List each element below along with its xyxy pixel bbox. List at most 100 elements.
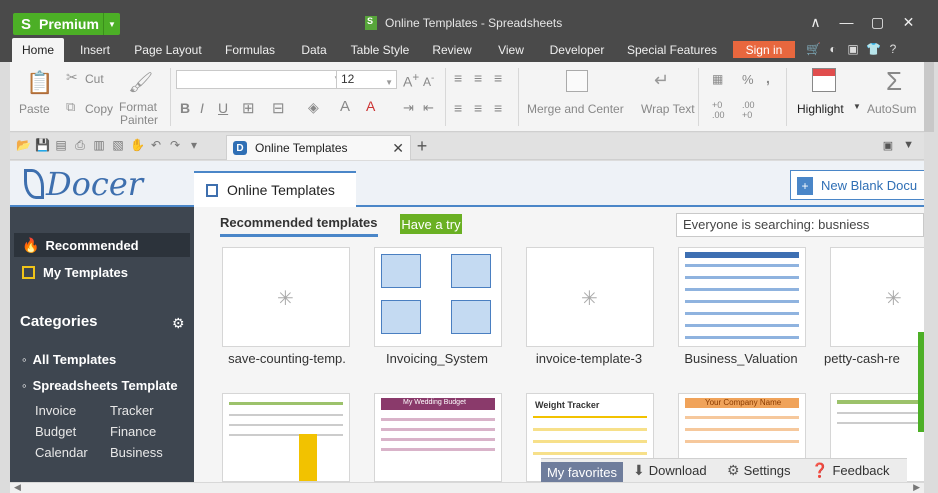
- sidebar-sub-budget[interactable]: Budget: [35, 424, 76, 439]
- online-templates-header-tab[interactable]: Online Templates: [194, 171, 356, 207]
- align-top-icon[interactable]: ≡: [454, 70, 462, 86]
- menu-special-features[interactable]: Special Features: [624, 38, 720, 62]
- template-card-wedding-budget[interactable]: My Wedding Budget: [374, 393, 502, 482]
- decimal-increase-button[interactable]: +0 .00: [712, 100, 734, 120]
- decimal-decrease-button[interactable]: .00 +0: [742, 100, 764, 120]
- merge-center-icon[interactable]: [566, 70, 588, 92]
- spell-check-icon[interactable]: ▧: [111, 138, 125, 153]
- sidebar-sub-calendar[interactable]: Calendar: [35, 445, 88, 460]
- sidebar-item-my-templates[interactable]: My Templates: [22, 265, 128, 280]
- menu-home[interactable]: Home: [12, 38, 64, 62]
- tab-online-templates[interactable]: D Online Templates ✕: [226, 135, 411, 160]
- close-button[interactable]: ✕: [893, 12, 924, 32]
- cut-icon[interactable]: ✂: [66, 69, 78, 86]
- autosum-icon[interactable]: Σ: [886, 66, 902, 97]
- menu-page-layout[interactable]: Page Layout: [130, 38, 206, 62]
- clear-format-icon[interactable]: A: [366, 98, 375, 114]
- sidebar-item-recommended[interactable]: 🔥 Recommended: [14, 233, 190, 257]
- undo-icon[interactable]: ↶: [149, 138, 163, 153]
- my-favorites-button[interactable]: My favorites: [541, 462, 623, 482]
- customize-dropdown-icon[interactable]: ▾: [187, 138, 201, 153]
- paste-icon[interactable]: 📋: [26, 70, 53, 96]
- format-brush-icon[interactable]: ✋: [130, 138, 145, 153]
- print-icon[interactable]: ⎙: [73, 138, 87, 153]
- settings-button[interactable]: ⚙ Settings: [727, 462, 791, 479]
- restore-window-icon[interactable]: ▣: [883, 139, 893, 152]
- chevron-down-icon[interactable]: ▼: [853, 102, 861, 111]
- copy-label[interactable]: Copy: [85, 102, 113, 116]
- minimize-button[interactable]: —: [831, 12, 862, 32]
- template-search-input[interactable]: Everyone is searching: busniess: [676, 213, 924, 237]
- bold-button[interactable]: B: [180, 100, 190, 116]
- collapse-ribbon-button[interactable]: ∧: [800, 12, 831, 32]
- menu-review[interactable]: Review: [427, 38, 477, 62]
- paste-label[interactable]: Paste: [19, 102, 50, 116]
- fill-color-icon[interactable]: ◈: [308, 99, 319, 116]
- percent-button[interactable]: %: [742, 72, 754, 87]
- menu-developer[interactable]: Developer: [544, 38, 610, 62]
- number-format-icon[interactable]: ▦: [712, 72, 723, 86]
- have-a-try-button[interactable]: Have a try: [400, 214, 462, 234]
- horizontal-scrollbar[interactable]: ◀ ▶: [10, 482, 924, 493]
- template-name[interactable]: Invoicing_System: [362, 351, 512, 366]
- template-name[interactable]: Business_Valuation: [666, 351, 816, 366]
- align-left-icon[interactable]: ≡: [454, 100, 462, 116]
- align-bottom-icon[interactable]: ≡: [494, 70, 502, 86]
- gear-icon[interactable]: ⚙: [172, 315, 185, 332]
- template-card-petty-cash[interactable]: ✳: [830, 247, 924, 347]
- template-name[interactable]: petty-cash-re: [824, 351, 924, 366]
- ribbon-scrollbar[interactable]: [924, 62, 934, 132]
- shrink-font-icon[interactable]: A-: [423, 73, 434, 89]
- template-name[interactable]: save-counting-temp.: [212, 351, 362, 366]
- premium-dropdown-icon[interactable]: ▼: [103, 13, 120, 35]
- font-name-select[interactable]: ▼: [176, 70, 345, 89]
- copy-icon[interactable]: ⧉: [66, 99, 75, 115]
- wrap-text-label[interactable]: Wrap Text: [641, 102, 695, 116]
- highlight-label[interactable]: Highlight: [797, 102, 844, 116]
- save-icon[interactable]: 💾: [35, 138, 50, 153]
- format-painter-icon[interactable]: 🖌: [128, 70, 153, 95]
- premium-button[interactable]: S Premium ▼: [13, 13, 120, 35]
- skin-icon[interactable]: ◐: [826, 42, 840, 56]
- shirt-icon[interactable]: 👕: [866, 42, 881, 56]
- help-icon[interactable]: ?: [886, 42, 900, 56]
- template-card-row2-1[interactable]: [222, 393, 350, 482]
- template-name[interactable]: invoice-template-3: [514, 351, 664, 366]
- template-card-invoicing-system[interactable]: [374, 247, 502, 347]
- redo-icon[interactable]: ↷: [168, 138, 182, 153]
- sidebar-sub-finance[interactable]: Finance: [110, 424, 156, 439]
- cell-style-icon[interactable]: ⊟: [272, 99, 285, 117]
- feedback-button[interactable]: ❓ Feedback: [811, 462, 890, 479]
- scroll-left-icon[interactable]: ◀: [14, 482, 21, 493]
- close-tab-icon[interactable]: ✕: [392, 140, 404, 157]
- align-center-icon[interactable]: ≡: [474, 100, 482, 116]
- wrap-text-icon[interactable]: ↵: [654, 70, 669, 91]
- side-panel-handle[interactable]: [918, 332, 924, 432]
- account-icon[interactable]: ▣: [846, 42, 860, 56]
- indent-increase-icon[interactable]: ⇥: [403, 100, 414, 116]
- menu-view[interactable]: View: [491, 38, 531, 62]
- sidebar-item-spreadsheets-template[interactable]: Spreadsheets Template: [22, 378, 178, 393]
- underline-button[interactable]: U: [218, 100, 228, 116]
- sign-in-button[interactable]: Sign in: [733, 41, 795, 58]
- align-middle-icon[interactable]: ≡: [474, 70, 482, 86]
- indent-decrease-icon[interactable]: ⇤: [423, 100, 434, 116]
- open-icon[interactable]: 📂: [16, 138, 31, 153]
- italic-button[interactable]: I: [200, 100, 204, 116]
- autosum-label[interactable]: AutoSum: [867, 102, 916, 116]
- template-card-business-valuation[interactable]: [678, 247, 806, 347]
- sidebar-sub-invoice[interactable]: Invoice: [35, 403, 76, 418]
- menu-data[interactable]: Data: [294, 38, 334, 62]
- download-button[interactable]: ⬇ Download: [633, 462, 707, 479]
- font-size-select[interactable]: 12 ▼: [336, 70, 397, 89]
- menu-table-style[interactable]: Table Style: [347, 38, 413, 62]
- borders-icon[interactable]: ⊞: [242, 99, 255, 117]
- cut-label[interactable]: Cut: [85, 72, 104, 86]
- sidebar-sub-business[interactable]: Business: [110, 445, 163, 460]
- print-preview-icon[interactable]: ▥: [92, 138, 106, 153]
- new-blank-document-button[interactable]: + New Blank Docu: [790, 170, 924, 200]
- cart-icon[interactable]: 🛒: [806, 42, 821, 56]
- grow-font-icon[interactable]: A+: [403, 71, 419, 90]
- template-card-save-counting[interactable]: ✳: [222, 247, 350, 347]
- export-pdf-icon[interactable]: ▤: [54, 138, 68, 153]
